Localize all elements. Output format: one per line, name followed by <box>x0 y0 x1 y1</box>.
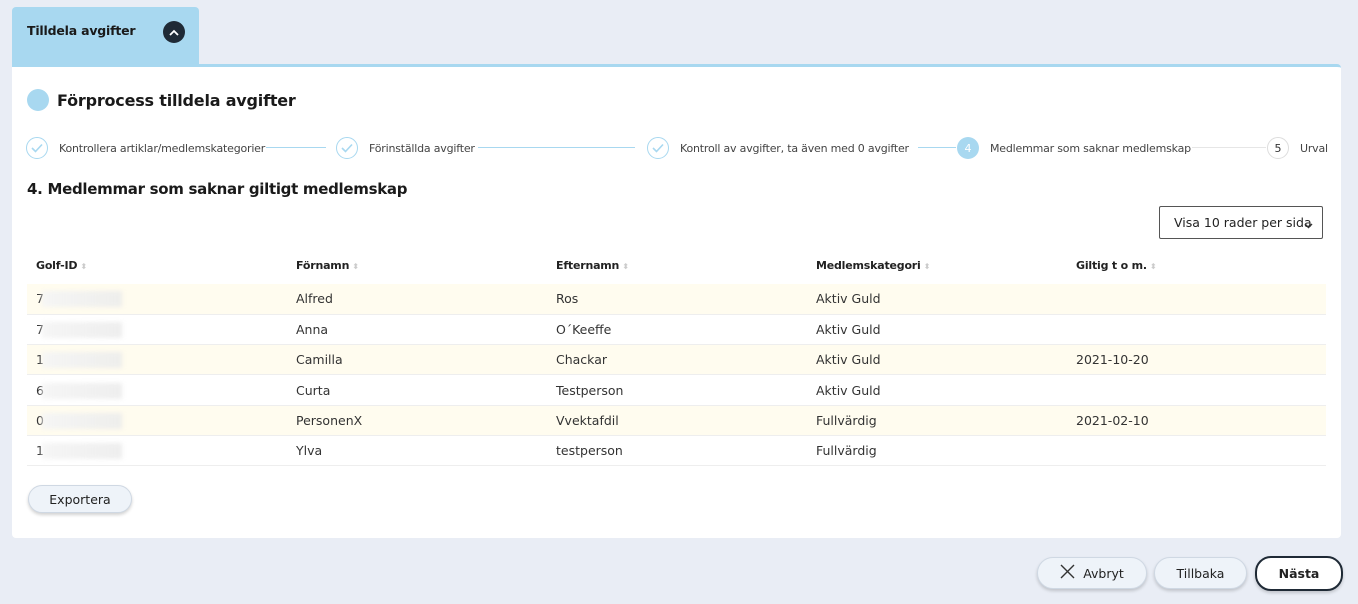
cell-valid-to <box>1067 284 1326 315</box>
step-connector <box>1192 147 1266 148</box>
table-row[interactable]: 7 Alfred Ros Aktiv Guld <box>27 284 1326 315</box>
cell-last-name: Vvektafdil <box>547 405 807 436</box>
tab-title: Tilldela avgifter <box>27 23 136 38</box>
cell-valid-to <box>1067 314 1326 346</box>
cancel-button[interactable]: Avbryt <box>1037 557 1147 589</box>
chevron-up-icon[interactable] <box>163 21 185 43</box>
table-row[interactable]: 6 Curta Testperson Aktiv Guld <box>27 374 1326 406</box>
step-number: 5 <box>1267 137 1289 159</box>
sort-icon: ⬍ <box>352 262 359 271</box>
export-button[interactable]: Exportera <box>28 485 132 513</box>
cell-golf-id: 1 <box>27 435 287 467</box>
step-number: 4 <box>957 137 979 159</box>
process-header: Förprocess tilldela avgifter <box>27 89 296 111</box>
rows-per-page-value: Visa 10 rader per sida <box>1174 215 1312 230</box>
process-dot-icon <box>27 89 49 111</box>
step-3[interactable]: Kontroll av avgifter, ta även med 0 avgi… <box>647 135 909 161</box>
cell-valid-to: 2021-02-10 <box>1067 405 1326 436</box>
process-panel: Förprocess tilldela avgifter Kontrollera… <box>12 64 1341 538</box>
check-icon <box>26 137 48 159</box>
column-header-giltig[interactable]: Giltig t o m. ⬍ <box>1067 247 1326 284</box>
sort-icon: ⬍ <box>923 262 931 271</box>
cell-category: Aktiv Guld <box>807 284 1067 315</box>
table-row[interactable]: 1 Camilla Chackar Aktiv Guld 2021-10-20 <box>27 344 1326 376</box>
sort-icon: ⬍ <box>80 262 87 271</box>
step-connector <box>478 147 635 148</box>
process-stepper: Kontrollera artiklar/medlemskategorier F… <box>26 135 1329 161</box>
cell-first-name: PersonenX <box>287 405 547 436</box>
close-icon <box>1060 564 1075 582</box>
column-header-fornamn[interactable]: Förnamn ⬍ <box>287 247 547 284</box>
cell-golf-id: 7 <box>27 284 287 315</box>
cell-golf-id: 1 <box>27 344 287 376</box>
step-connector <box>918 147 956 148</box>
cell-category: Fullvärdig <box>807 405 1067 436</box>
step-1[interactable]: Kontrollera artiklar/medlemskategorier <box>26 135 265 161</box>
step-connector <box>266 147 326 148</box>
back-button[interactable]: Tillbaka <box>1154 557 1247 589</box>
cell-last-name: testperson <box>547 435 807 467</box>
cell-category: Aktiv Guld <box>807 374 1067 406</box>
cell-last-name: Chackar <box>547 344 807 376</box>
step-4[interactable]: 4 Medlemmar som saknar medlemskap <box>957 135 1191 161</box>
step-label: Kontrollera artiklar/medlemskategorier <box>59 141 266 155</box>
column-header-golf-id[interactable]: Golf-ID ⬍ <box>27 247 287 284</box>
next-button[interactable]: Nästa <box>1255 556 1343 591</box>
cancel-label: Avbryt <box>1083 565 1124 581</box>
step-label: Medlemmar som saknar medlemskap <box>990 141 1191 155</box>
step-label: Förinställda avgifter <box>369 141 475 155</box>
check-icon <box>647 137 669 159</box>
cell-golf-id: 0 <box>27 405 287 436</box>
cell-first-name: Anna <box>287 314 547 346</box>
step-label: Kontroll av avgifter, ta även med 0 avgi… <box>680 141 909 155</box>
cell-valid-to: 2021-10-20 <box>1067 344 1326 376</box>
cell-category: Aktiv Guld <box>807 344 1067 376</box>
cell-last-name: O´Keeffe <box>547 314 807 346</box>
cell-first-name: Curta <box>287 374 547 406</box>
cell-first-name: Alfred <box>287 284 547 315</box>
step-label: Urval <box>1300 141 1328 155</box>
cell-category: Fullvärdig <box>807 435 1067 467</box>
cell-first-name: Ylva <box>287 435 547 467</box>
process-title: Förprocess tilldela avgifter <box>57 90 296 110</box>
cell-valid-to <box>1067 435 1326 467</box>
cell-last-name: Testperson <box>547 374 807 406</box>
table-row[interactable]: 7 Anna O´Keeffe Aktiv Guld <box>27 314 1326 346</box>
cell-valid-to <box>1067 374 1326 406</box>
sort-icon: ⬍ <box>1149 262 1157 271</box>
section-title: 4. Medlemmar som saknar giltigt medlemsk… <box>27 180 408 198</box>
table-row[interactable]: 0 PersonenX Vvektafdil Fullvärdig 2021-0… <box>27 405 1326 436</box>
column-header-medlemskategori[interactable]: Medlemskategori ⬍ <box>807 247 1067 284</box>
step-5[interactable]: 5 Urval <box>1267 135 1328 161</box>
rows-per-page-select[interactable]: Visa 10 rader per sida <box>1159 206 1323 239</box>
cell-category: Aktiv Guld <box>807 314 1067 346</box>
step-2[interactable]: Förinställda avgifter <box>336 135 475 161</box>
column-header-efternamn[interactable]: Efternamn ⬍ <box>547 247 807 284</box>
chevron-down-icon <box>1304 217 1313 232</box>
cell-last-name: Ros <box>547 284 807 315</box>
table-header-row: Golf-ID ⬍ Förnamn ⬍ Efternamn ⬍ Medlemskate… <box>27 247 1326 284</box>
tilldela-avgifter-tab[interactable]: Tilldela avgifter <box>12 7 199 65</box>
cell-first-name: Camilla <box>287 344 547 376</box>
sort-icon: ⬍ <box>622 262 629 271</box>
cell-golf-id: 7 <box>27 314 287 346</box>
members-table: Golf-ID ⬍ Förnamn ⬍ Efternamn ⬍ Medlemskate… <box>27 247 1326 467</box>
table-row[interactable]: 1 Ylva testperson Fullvärdig <box>27 435 1326 467</box>
check-icon <box>336 137 358 159</box>
cell-golf-id: 6 <box>27 374 287 406</box>
